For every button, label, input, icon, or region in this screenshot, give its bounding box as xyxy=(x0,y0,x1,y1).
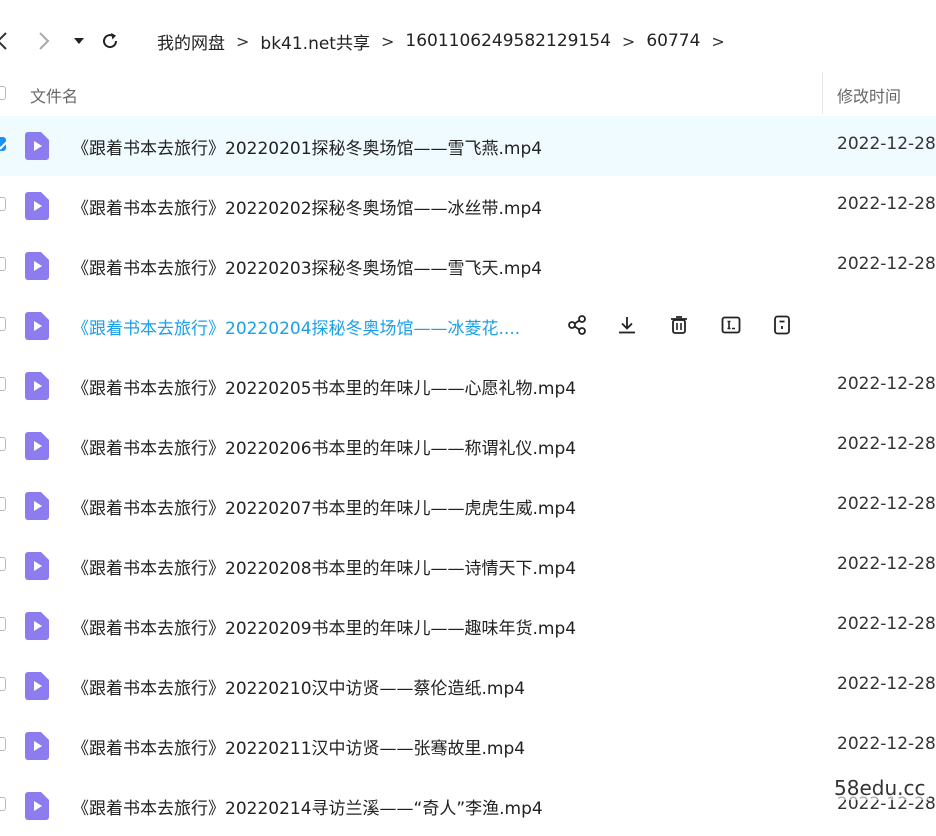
file-modified-date: 2022-12-28 xyxy=(837,134,936,154)
breadcrumb-separator: > xyxy=(380,31,395,51)
breadcrumb-item[interactable]: 1601106249582129154 xyxy=(405,31,611,51)
video-file-icon xyxy=(25,372,49,400)
video-file-icon xyxy=(25,432,49,460)
file-row[interactable]: 《跟着书本去旅行》20220207书本里的年味儿——虎虎生威.mp4 2022-1… xyxy=(0,476,936,536)
file-row[interactable]: 《跟着书本去旅行》20220214寻访兰溪——“奇人”李渔.mp4 2022-12… xyxy=(0,776,936,836)
video-file-icon xyxy=(25,252,49,280)
file-row[interactable]: 《跟着书本去旅行》20220201探秘冬奥场馆——雪飞燕.mp4 2022-12-… xyxy=(0,116,936,176)
column-header-name[interactable]: 文件名 xyxy=(30,83,78,107)
forward-icon[interactable] xyxy=(34,26,54,56)
video-file-icon xyxy=(25,492,49,520)
file-row[interactable]: 《跟着书本去旅行》20220208书本里的年味儿——诗情天下.mp4 2022-1… xyxy=(0,536,936,596)
toolbar: 我的网盘 > bk41.net共享 >1601106249582129154 >6077… xyxy=(0,0,936,80)
file-row[interactable]: 《跟着书本去旅行》20220204探秘冬奥场馆——冰菱花.... xyxy=(0,296,936,356)
file-name[interactable]: 《跟着书本去旅行》20220205书本里的年味儿——心愿礼物.mp4 xyxy=(72,374,576,399)
row-checkbox[interactable] xyxy=(0,737,6,751)
row-checkbox[interactable] xyxy=(0,557,6,571)
video-file-icon xyxy=(25,612,49,640)
row-checkbox[interactable] xyxy=(0,317,6,331)
history-dropdown-icon[interactable] xyxy=(70,26,88,56)
file-row[interactable]: 《跟着书本去旅行》20220211汉中访贤——张骞故里.mp4 2022-12-2… xyxy=(0,716,936,776)
breadcrumb-item[interactable]: 我的网盘 xyxy=(157,29,225,54)
file-modified-date: 2022-12-28 xyxy=(837,254,936,274)
file-row[interactable]: 《跟着书本去旅行》20220202探秘冬奥场馆——冰丝带.mp4 2022-12-… xyxy=(0,176,936,236)
share-icon[interactable] xyxy=(564,312,590,338)
file-modified-date: 2022-12-28 xyxy=(837,494,936,514)
row-checkbox[interactable] xyxy=(0,137,6,151)
breadcrumb-item[interactable]: bk41.net共享 xyxy=(260,29,370,54)
select-all-checkbox[interactable] xyxy=(0,86,6,100)
file-modified-date: 2022-12-28 xyxy=(837,614,936,634)
file-name[interactable]: 《跟着书本去旅行》20220214寻访兰溪——“奇人”李渔.mp4 xyxy=(72,794,543,819)
file-name[interactable]: 《跟着书本去旅行》20220203探秘冬奥场馆——雪飞天.mp4 xyxy=(72,254,542,279)
video-file-icon xyxy=(25,132,49,160)
file-modified-date: 2022-12-28 xyxy=(837,374,936,394)
download-icon[interactable] xyxy=(614,312,640,338)
breadcrumb-separator: > xyxy=(621,31,636,51)
file-name[interactable]: 《跟着书本去旅行》20220207书本里的年味儿——虎虎生威.mp4 xyxy=(72,494,576,519)
video-file-icon xyxy=(25,792,49,820)
file-modified-date: 2022-12-28 xyxy=(837,554,936,574)
file-name[interactable]: 《跟着书本去旅行》20220209书本里的年味儿——趣味年货.mp4 xyxy=(72,614,576,639)
back-icon[interactable] xyxy=(0,26,10,56)
file-name[interactable]: 《跟着书本去旅行》20220201探秘冬奥场馆——雪飞燕.mp4 xyxy=(72,134,542,159)
file-row[interactable]: 《跟着书本去旅行》20220205书本里的年味儿——心愿礼物.mp4 2022-1… xyxy=(0,356,936,416)
file-row[interactable]: 《跟着书本去旅行》20220210汉中访贤——蔡伦造纸.mp4 2022-12-2… xyxy=(0,656,936,716)
breadcrumb: 我的网盘 > bk41.net共享 >1601106249582129154 >6077… xyxy=(157,28,736,54)
row-checkbox[interactable] xyxy=(0,797,6,811)
file-modified-date: 2022-12-28 xyxy=(837,734,936,754)
more-icon[interactable] xyxy=(769,312,795,338)
file-list-header: 文件名 修改时间 xyxy=(0,76,936,116)
row-checkbox[interactable] xyxy=(0,617,6,631)
file-name[interactable]: 《跟着书本去旅行》20220210汉中访贤——蔡伦造纸.mp4 xyxy=(72,674,525,699)
file-row[interactable]: 《跟着书本去旅行》20220206书本里的年味儿——称谓礼仪.mp4 2022-1… xyxy=(0,416,936,476)
row-checkbox[interactable] xyxy=(0,257,6,271)
breadcrumb-separator: > xyxy=(236,31,250,51)
file-row[interactable]: 《跟着书本去旅行》20220209书本里的年味儿——趣味年货.mp4 2022-1… xyxy=(0,596,936,656)
rename-icon[interactable] xyxy=(718,312,744,338)
file-name[interactable]: 《跟着书本去旅行》20220202探秘冬奥场馆——冰丝带.mp4 xyxy=(72,194,542,219)
file-modified-date: 2022-12-28 xyxy=(837,434,936,454)
video-file-icon xyxy=(25,672,49,700)
breadcrumb-separator: > xyxy=(711,31,725,51)
watermark: 58edu.cc xyxy=(830,776,930,800)
video-file-icon xyxy=(25,552,49,580)
row-checkbox[interactable] xyxy=(0,197,6,211)
delete-icon[interactable] xyxy=(666,312,692,338)
row-checkbox[interactable] xyxy=(0,377,6,391)
file-modified-date: 2022-12-28 xyxy=(837,674,936,694)
refresh-icon[interactable] xyxy=(98,26,122,56)
video-file-icon xyxy=(25,732,49,760)
video-file-icon xyxy=(25,192,49,220)
row-checkbox[interactable] xyxy=(0,497,6,511)
file-name[interactable]: 《跟着书本去旅行》20220206书本里的年味儿——称谓礼仪.mp4 xyxy=(72,434,576,459)
row-checkbox[interactable] xyxy=(0,677,6,691)
file-modified-date: 2022-12-28 xyxy=(837,194,936,214)
column-divider[interactable] xyxy=(822,72,823,114)
file-name[interactable]: 《跟着书本去旅行》20220211汉中访贤——张骞故里.mp4 xyxy=(72,734,525,759)
video-file-icon xyxy=(25,312,49,340)
file-row[interactable]: 《跟着书本去旅行》20220203探秘冬奥场馆——雪飞天.mp4 2022-12-… xyxy=(0,236,936,296)
file-name[interactable]: 《跟着书本去旅行》20220208书本里的年味儿——诗情天下.mp4 xyxy=(72,554,576,579)
row-checkbox[interactable] xyxy=(0,437,6,451)
file-name[interactable]: 《跟着书本去旅行》20220204探秘冬奥场馆——冰菱花.... xyxy=(72,314,520,339)
breadcrumb-item[interactable]: 60774 xyxy=(646,31,700,51)
column-header-date[interactable]: 修改时间 xyxy=(837,83,901,107)
